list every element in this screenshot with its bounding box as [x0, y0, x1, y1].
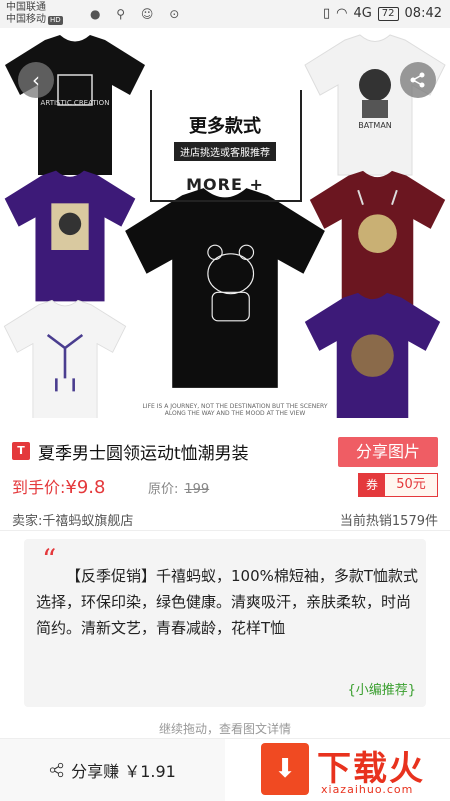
black-tshirt-image: ARTISTIC CREATION	[5, 35, 145, 175]
watermark-logo: ⬇ 下载火 xiazaihuo.com	[225, 739, 450, 801]
continue-drag-hint: 继续拖动，查看图文详情	[158, 722, 291, 736]
share-earn-label: 分享赚 ￥1.91	[71, 762, 176, 781]
divider	[0, 530, 450, 531]
signal-label: 4G	[353, 6, 372, 21]
white-deer-tshirt-image	[3, 299, 127, 418]
coupon-tag: 券	[359, 474, 385, 496]
editor-pick-tag: {小编推荐}	[347, 683, 416, 698]
share-image-button[interactable]: 分享图片	[338, 437, 438, 467]
clock: 08:42	[404, 6, 442, 21]
vibrate-icon: ▯	[322, 6, 331, 21]
original-price: 原价: 199	[148, 482, 210, 497]
share-icon	[410, 72, 425, 88]
back-button[interactable]: ‹	[18, 62, 54, 98]
print-text-2: BATMAN	[358, 121, 392, 130]
carrier-1: 中国联通	[6, 2, 46, 13]
logo-subtext: xiazaihuo.com	[321, 783, 414, 796]
share-earn-button[interactable]: 分享赚 ￥1.91	[0, 739, 225, 801]
coupon-value: 50元	[385, 474, 437, 496]
more-styles-banner[interactable]: 更多款式 进店挑选或客服推荐 MORE +	[150, 90, 302, 202]
coupon-badge[interactable]: 券 50元	[358, 473, 438, 497]
share-icon	[50, 762, 64, 778]
product-image-carousel[interactable]: ARTISTIC CREATION BATMAN 更多款式 进店挑选或客服推荐 …	[0, 28, 450, 418]
chevron-left-icon: ‹	[32, 68, 40, 92]
tmall-icon: T	[12, 442, 30, 460]
battery-indicator: 72	[377, 6, 399, 21]
purple-crowd-tshirt-image	[304, 292, 441, 418]
sold-count: 当前热销1579件	[339, 514, 438, 529]
notification-icons: ● ⚲ ☺ ⊙	[90, 7, 186, 21]
share-button[interactable]	[400, 62, 436, 98]
wifi-icon: ◠	[336, 6, 348, 21]
seller-name[interactable]: 卖家:千禧蚂蚁旗舰店	[12, 510, 133, 529]
hero-caption: LIFE IS A JOURNEY, NOT THE DESTINATION B…	[142, 403, 328, 417]
print-text-1: ARTISTIC CREATION	[41, 99, 110, 107]
hd-badge: HD	[48, 16, 63, 25]
promo-frame	[150, 90, 302, 202]
final-price: 到手价:¥9.8	[12, 477, 106, 498]
download-icon: ⬇	[261, 743, 309, 795]
carrier-2: 中国移动 HD	[6, 14, 63, 25]
status-bar: 中国联通 中国移动 HD ● ⚲ ☺ ⊙ ▯ ◠ 4G 72 08:42	[0, 0, 450, 28]
product-title: 夏季男士圆领运动t恤潮男装	[38, 444, 249, 464]
status-right: ▯ ◠ 4G 72 08:42	[323, 6, 442, 21]
recommendation-text: 【反季促销】千禧蚂蚁，100%棉短袖，多款T恤款式选择，环保印染，绿色健康。清爽…	[36, 567, 419, 637]
bottom-bar: 分享赚 ￥1.91 ⬇ 下载火 xiazaihuo.com	[0, 738, 450, 801]
recommendation-box: “ 【反季促销】千禧蚂蚁，100%棉短袖，多款T恤款式选择，环保印染，绿色健康。…	[24, 539, 426, 707]
batman-tshirt-image: BATMAN	[304, 34, 446, 176]
